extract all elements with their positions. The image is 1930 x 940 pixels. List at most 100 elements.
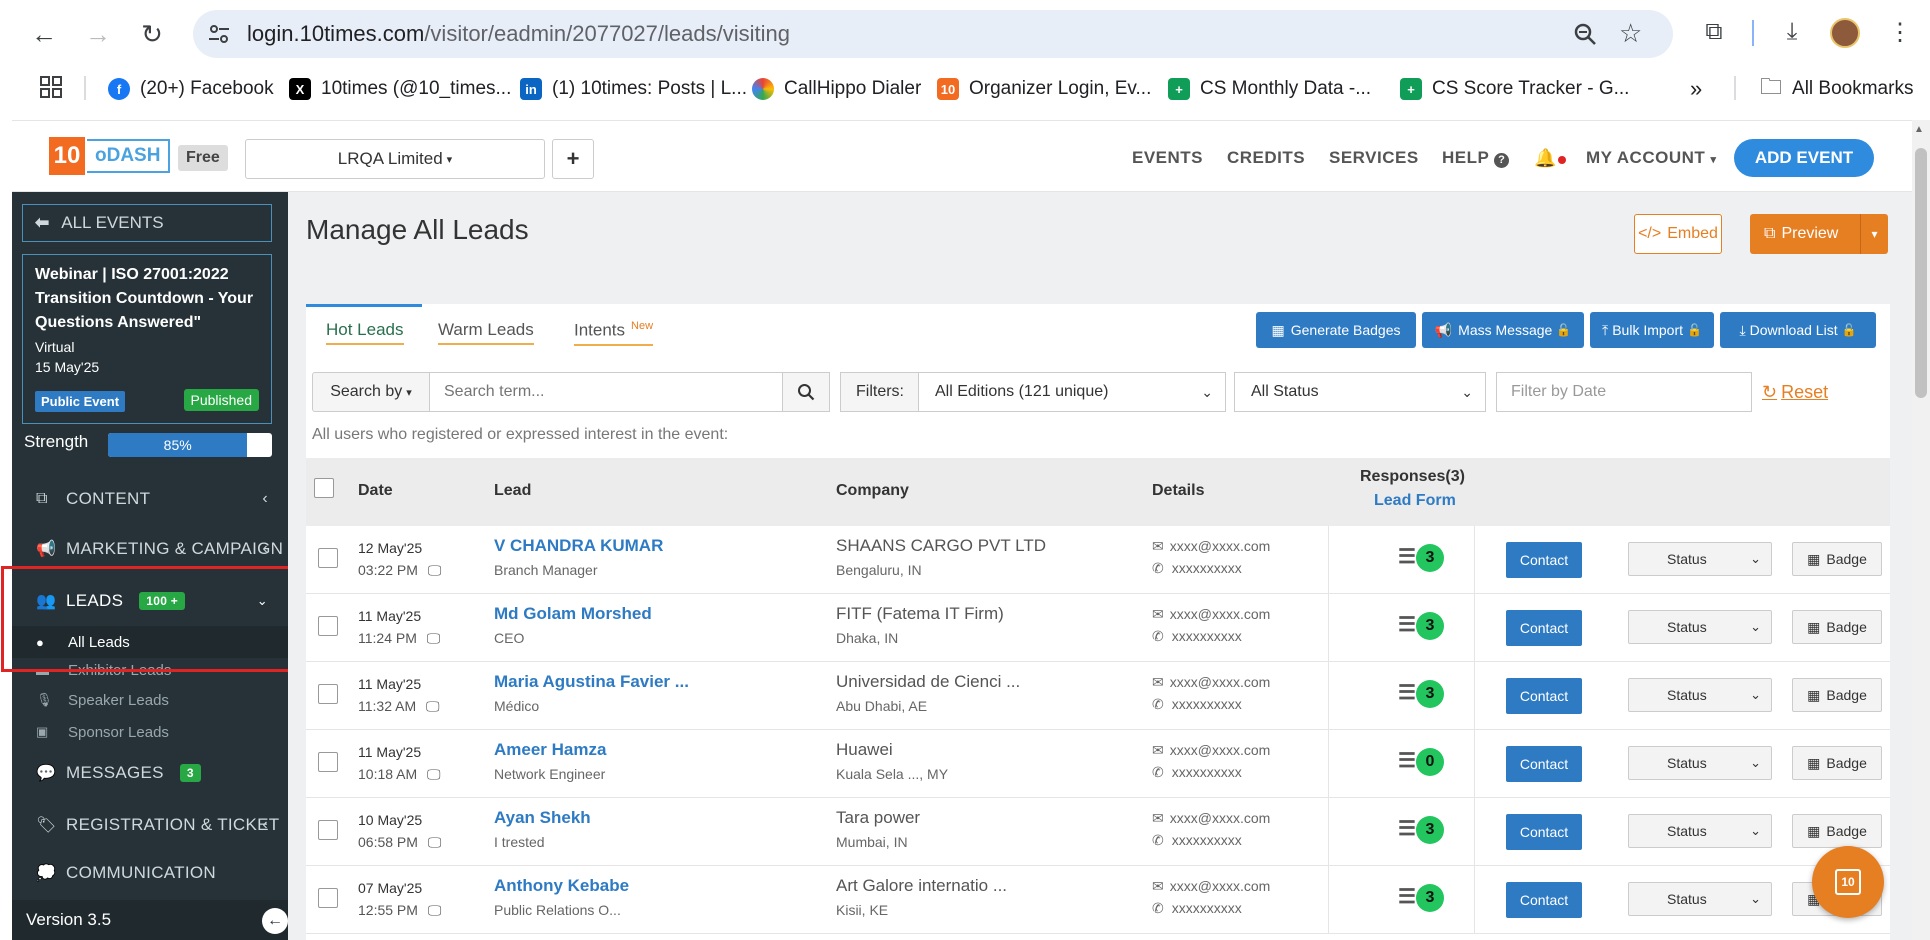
lead-name[interactable]: Anthony Kebabe — [494, 876, 629, 896]
responses-count[interactable]: 3 — [1416, 544, 1444, 572]
back-icon[interactable]: ← — [26, 16, 62, 52]
sidebar-sub-sponsor-leads[interactable]: ▣ Sponsor Leads — [12, 716, 288, 748]
scroll-up-icon[interactable]: ▲ — [1914, 124, 1924, 135]
list-icon[interactable]: ☰ — [1398, 680, 1416, 705]
add-event-button[interactable]: ADD EVENT — [1734, 139, 1874, 177]
list-icon[interactable]: ☰ — [1398, 816, 1416, 841]
select-all-checkbox[interactable] — [314, 478, 334, 498]
add-org-button[interactable]: + — [552, 139, 594, 179]
generate-badges-button[interactable]: ▦ Generate Badges — [1256, 312, 1416, 348]
embed-button[interactable]: </> Embed — [1634, 214, 1722, 254]
preview-dropdown-icon[interactable]: ▾ — [1860, 214, 1888, 254]
date-filter-input[interactable]: Filter by Date — [1496, 372, 1752, 412]
bookmark-x[interactable]: X 10times (@10_times... — [289, 76, 511, 102]
bookmark-linkedin[interactable]: in (1) 10times: Posts | L... — [520, 76, 747, 102]
row-checkbox[interactable] — [318, 888, 338, 908]
contact-button[interactable]: Contact — [1506, 542, 1582, 578]
nav-my-account[interactable]: MY ACCOUNT ▾ — [1586, 148, 1717, 168]
logo[interactable]: 10 — [49, 137, 85, 175]
bookmark-organizer-login[interactable]: 10 Organizer Login, Ev... — [937, 76, 1151, 102]
column-details[interactable]: Details — [1152, 482, 1204, 500]
search-by-dropdown[interactable]: Search by ▾ — [312, 372, 430, 412]
menu-kebab-icon[interactable]: ⋮ — [1882, 14, 1918, 50]
responses-count[interactable]: 3 — [1416, 680, 1444, 708]
mass-message-button[interactable]: 📢 Mass Message 🔓 — [1422, 312, 1584, 348]
row-checkbox[interactable] — [318, 548, 338, 568]
nav-events[interactable]: EVENTS — [1132, 148, 1203, 168]
preview-button[interactable]: ⧉ Preview ▾ — [1750, 214, 1888, 254]
list-icon[interactable]: ☰ — [1398, 612, 1416, 637]
sidebar-item-registration[interactable]: 🏷 REGISTRATION & TICKET ‹ — [12, 800, 288, 850]
avatar[interactable] — [1830, 18, 1860, 48]
nav-credits[interactable]: CREDITS — [1227, 148, 1305, 168]
tab-intents[interactable]: Intents New — [574, 320, 654, 346]
reload-icon[interactable]: ↻ — [134, 16, 170, 52]
sidebar-item-messages[interactable]: 💬 MESSAGES 3 — [12, 748, 288, 798]
bookmark-cs-monthly[interactable]: + CS Monthly Data -... — [1168, 76, 1371, 102]
responses-count[interactable]: 3 — [1416, 816, 1444, 844]
badge-button[interactable]: ▦Badge — [1792, 542, 1882, 576]
list-icon[interactable]: ☰ — [1398, 884, 1416, 909]
nav-services[interactable]: SERVICES — [1329, 148, 1419, 168]
bookmark-cs-score[interactable]: + CS Score Tracker - G... — [1400, 76, 1629, 102]
site-info-icon[interactable] — [207, 22, 231, 46]
contact-button[interactable]: Contact — [1506, 610, 1582, 646]
forward-icon[interactable]: → — [80, 16, 116, 52]
chat-fab-button[interactable]: 10 — [1812, 846, 1884, 918]
tab-warm-leads[interactable]: Warm Leads — [438, 320, 534, 345]
search-input[interactable] — [429, 372, 783, 412]
contact-button[interactable]: Contact — [1506, 882, 1582, 918]
extensions-icon[interactable]: ⧉ — [1696, 14, 1732, 50]
column-date[interactable]: Date — [358, 482, 393, 500]
status-select[interactable]: Status ⌄ — [1628, 678, 1772, 712]
tab-hot-leads[interactable]: Hot Leads — [326, 320, 404, 345]
notifications-bell-icon[interactable]: 🔔 — [1534, 148, 1566, 169]
nav-help[interactable]: HELP ? — [1442, 148, 1510, 168]
contact-button[interactable]: Contact — [1506, 814, 1582, 850]
lead-name[interactable]: Ayan Shekh — [494, 808, 591, 828]
apps-grid-icon[interactable] — [40, 76, 62, 98]
sidebar-sub-speaker-leads[interactable]: 🎙 Speaker Leads — [12, 684, 288, 716]
scrollbar-thumb[interactable] — [1915, 148, 1927, 398]
address-bar[interactable]: login.10times.com/visitor/eadmin/2077027… — [193, 10, 1673, 58]
list-icon[interactable]: ☰ — [1398, 544, 1416, 569]
collapse-sidebar-icon[interactable]: ← — [262, 908, 288, 934]
status-select[interactable]: Status ⌄ — [1628, 542, 1772, 576]
responses-count[interactable]: 3 — [1416, 612, 1444, 640]
badge-button[interactable]: ▦Badge — [1792, 678, 1882, 712]
row-checkbox[interactable] — [318, 684, 338, 704]
more-bookmarks-icon[interactable]: » — [1690, 76, 1702, 102]
editions-select[interactable]: All Editions (121 unique) ⌄ — [918, 372, 1226, 412]
list-icon[interactable]: ☰ — [1398, 748, 1416, 773]
lead-name[interactable]: Maria Agustina Favier ... — [494, 672, 689, 692]
status-filter-select[interactable]: All Status ⌄ — [1234, 372, 1486, 412]
status-select[interactable]: Status ⌄ — [1628, 610, 1772, 644]
reset-link[interactable]: ↻ Reset — [1762, 382, 1828, 403]
badge-button[interactable]: ▦Badge — [1792, 814, 1882, 848]
responses-count[interactable]: 0 — [1416, 748, 1444, 776]
column-company[interactable]: Company — [836, 482, 909, 500]
download-list-button[interactable]: ⤓ Download List 🔓 — [1720, 312, 1876, 348]
download-icon[interactable]: ⤓ — [1774, 14, 1810, 50]
status-select[interactable]: Status ⌄ — [1628, 882, 1772, 916]
bookmark-star-icon[interactable]: ☆ — [1619, 18, 1642, 49]
all-events-link[interactable]: ⬅ ALL EVENTS — [22, 204, 272, 242]
row-checkbox[interactable] — [318, 752, 338, 772]
status-select[interactable]: Status ⌄ — [1628, 814, 1772, 848]
row-checkbox[interactable] — [318, 616, 338, 636]
bookmark-facebook[interactable]: f (20+) Facebook — [108, 76, 274, 102]
all-bookmarks[interactable]: 🗀 All Bookmarks — [1760, 74, 1913, 102]
bookmark-callhippo[interactable]: CallHippo Dialer — [752, 76, 921, 102]
lead-form-link[interactable]: Lead Form — [1374, 492, 1456, 510]
lead-name[interactable]: Md Golam Morshed — [494, 604, 652, 624]
badge-button[interactable]: ▦Badge — [1792, 610, 1882, 644]
lead-name[interactable]: Ameer Hamza — [494, 740, 606, 760]
contact-button[interactable]: Contact — [1506, 746, 1582, 782]
badge-button[interactable]: ▦Badge — [1792, 746, 1882, 780]
sidebar-item-content[interactable]: ⧉ CONTENT ‹ — [12, 474, 288, 524]
event-card[interactable]: Webinar | ISO 27001:2022 Transition Coun… — [22, 254, 272, 424]
zoom-icon[interactable] — [1573, 22, 1597, 46]
responses-count[interactable]: 3 — [1416, 884, 1444, 912]
status-select[interactable]: Status ⌄ — [1628, 746, 1772, 780]
bulk-import-button[interactable]: ⤒ Bulk Import 🔓 — [1590, 312, 1714, 348]
